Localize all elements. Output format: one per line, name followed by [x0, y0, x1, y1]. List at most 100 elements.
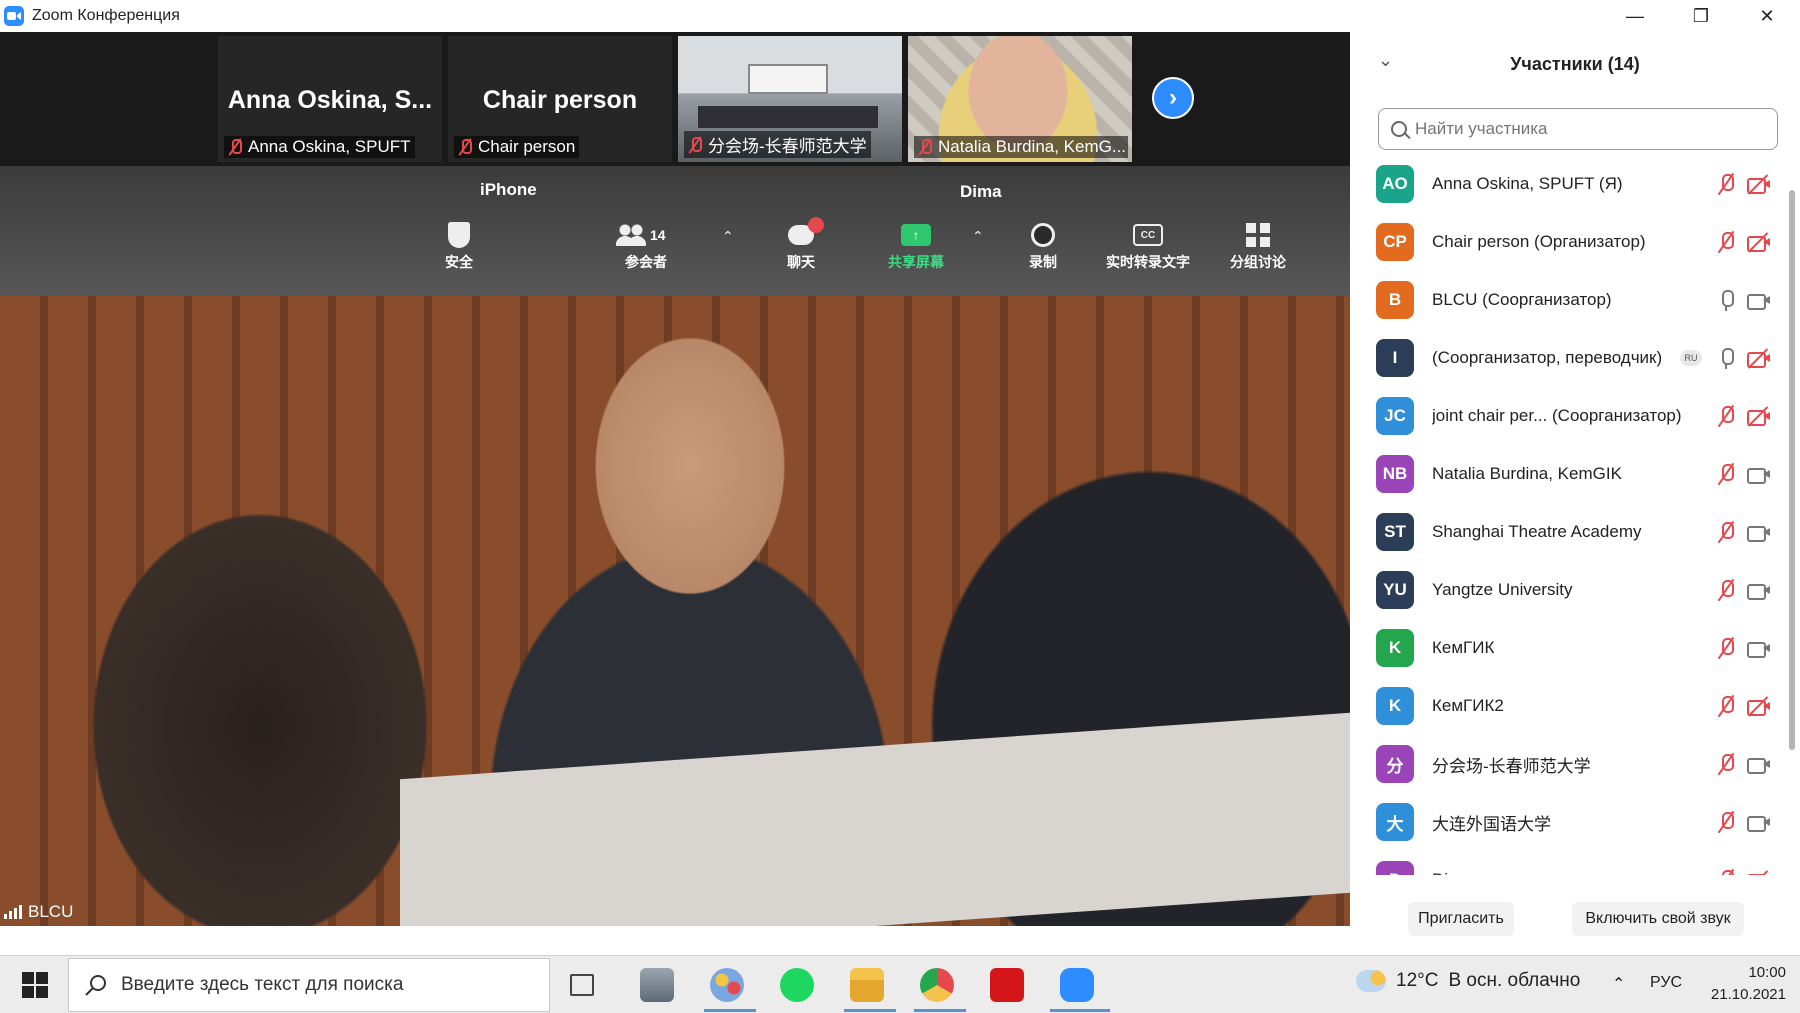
mic-muted-icon[interactable]: [1716, 172, 1736, 196]
weather-temperature: 12°C: [1396, 970, 1439, 991]
mic-muted-icon[interactable]: [1716, 810, 1736, 834]
spotify-icon[interactable]: [780, 968, 814, 1002]
mic-muted-icon[interactable]: [1716, 694, 1736, 718]
room-people: [698, 106, 878, 128]
panel-header: ⌄ Участники (14): [1350, 32, 1800, 96]
participant-name: КемГИК2: [1432, 696, 1504, 715]
participant-row[interactable]: 大大连外国语大学: [1350, 793, 1790, 851]
mic-muted-icon[interactable]: [1716, 868, 1736, 875]
participant-row[interactable]: K КемГИК2: [1350, 677, 1790, 735]
toolbar-share: ↑ 共享屏幕: [888, 222, 944, 272]
video-off-icon[interactable]: [1746, 696, 1772, 717]
paint-app-icon[interactable]: [710, 968, 744, 1002]
video-camera-icon[interactable]: [1746, 290, 1772, 310]
participant-name: Chair person (Организатор): [1432, 232, 1646, 251]
overlay-name-iphone: iPhone: [480, 180, 537, 199]
language-indicator[interactable]: РУС: [1650, 974, 1682, 992]
video-camera-icon[interactable]: [1746, 522, 1772, 542]
video-camera-icon[interactable]: [1746, 754, 1772, 774]
video-tile-conference-room[interactable]: 分会场-长春师范大学: [678, 36, 902, 162]
task-view-icon[interactable]: [570, 974, 594, 996]
search-icon: [1391, 121, 1407, 137]
mic-muted-icon: [458, 138, 472, 156]
mic-muted-icon[interactable]: [1716, 752, 1736, 776]
mic-muted-icon[interactable]: [1716, 404, 1736, 428]
clock-time: 10:00: [1748, 964, 1786, 981]
panel-footer: Пригласить Включить свой звук: [1350, 902, 1800, 952]
cloudy-weather-icon: [1356, 970, 1386, 992]
system-clock[interactable]: 10:00 21.10.2021: [1690, 962, 1786, 1006]
acrobat-icon[interactable]: [990, 968, 1024, 1002]
start-button[interactable]: [18, 968, 52, 1002]
running-indicator: [914, 1009, 966, 1012]
mic-muted-icon[interactable]: [1716, 520, 1736, 544]
mic-muted-icon[interactable]: [1716, 462, 1736, 486]
next-page-button[interactable]: ›: [1152, 77, 1194, 119]
mic-icon[interactable]: [1716, 346, 1736, 370]
video-camera-icon[interactable]: [1746, 580, 1772, 600]
mic-icon[interactable]: [1716, 288, 1736, 312]
collapse-panel-button[interactable]: ⌄: [1378, 50, 1393, 71]
participant-row[interactable]: 分分会场-长春师范大学: [1350, 735, 1790, 793]
mic-muted-icon: [228, 138, 242, 156]
video-area[interactable]: Anna Oskina, S... Anna Oskina, SPUFT Cha…: [0, 32, 1350, 926]
video-tile-anna[interactable]: Anna Oskina, S... Anna Oskina, SPUFT: [218, 36, 442, 162]
restore-button[interactable]: ❐: [1668, 0, 1734, 32]
file-explorer-icon[interactable]: [850, 968, 884, 1002]
participant-name: (Соорганизатор, переводчик): [1432, 348, 1663, 367]
video-off-icon[interactable]: [1746, 406, 1772, 427]
panel-title: Участники (14): [1510, 53, 1640, 74]
chrome-icon[interactable]: [920, 968, 954, 1002]
printer-app-icon[interactable]: [640, 968, 674, 1002]
avatar: YU: [1376, 571, 1414, 609]
participant-row[interactable]: ST Shanghai Theatre Academy: [1350, 503, 1790, 561]
avatar: I: [1376, 339, 1414, 377]
participant-list-scrollbar[interactable]: [1788, 155, 1796, 855]
participant-row[interactable]: D Di...: [1350, 851, 1790, 875]
minimize-button[interactable]: —: [1602, 0, 1668, 32]
tile-label: Chair person: [454, 136, 580, 158]
participant-row[interactable]: NB Natalia Burdina, KemGIK: [1350, 445, 1790, 503]
video-off-icon[interactable]: [1746, 870, 1772, 875]
video-tile-natalia[interactable]: Natalia Burdina, KemG...: [908, 36, 1132, 162]
unmute-button[interactable]: Включить свой звук: [1572, 902, 1744, 936]
video-tile-chair-person[interactable]: Chair person Chair person: [448, 36, 672, 162]
participant-row[interactable]: JC joint chair per... (Соорганизатор): [1350, 387, 1790, 445]
close-button[interactable]: ✕: [1734, 0, 1800, 32]
clock-date: 21.10.2021: [1710, 986, 1786, 1003]
avatar: ST: [1376, 513, 1414, 551]
participant-row[interactable]: B BLCU (Соорганизатор): [1350, 271, 1790, 329]
taskbar-search[interactable]: Введите здесь текст для поиска: [68, 958, 550, 1012]
participant-row[interactable]: I (Соорганизатор, переводчик) RU: [1350, 329, 1790, 387]
conference-table: [400, 712, 1350, 926]
chevron-right-icon: ›: [1169, 84, 1177, 111]
participant-row[interactable]: YU Yangtze University: [1350, 561, 1790, 619]
participant-row[interactable]: K КемГИК: [1350, 619, 1790, 677]
video-off-icon[interactable]: [1746, 174, 1772, 195]
video-camera-icon[interactable]: [1746, 464, 1772, 484]
participant-name: Shanghai Theatre Academy: [1432, 522, 1642, 541]
video-off-icon[interactable]: [1746, 348, 1772, 369]
participant-name: joint chair per... (Соорганизатор): [1432, 406, 1682, 425]
weather-widget[interactable]: 12°C В осн. облачно: [1356, 970, 1580, 992]
chevron-up-icon[interactable]: ⌃: [1612, 974, 1625, 994]
mic-muted-icon[interactable]: [1716, 578, 1736, 602]
participants-icon: [616, 224, 646, 246]
avatar: AO: [1376, 165, 1414, 203]
title-bar: Zoom Конференция — ❐ ✕: [0, 0, 1800, 32]
video-camera-icon[interactable]: [1746, 638, 1772, 658]
participant-row[interactable]: AO Anna Oskina, SPUFT (Я): [1350, 155, 1790, 213]
tile-big-name: Anna Oskina, S...: [227, 86, 433, 114]
participant-search-input[interactable]: [1415, 119, 1755, 139]
mic-muted-icon[interactable]: [1716, 230, 1736, 254]
mic-muted-icon[interactable]: [1716, 636, 1736, 660]
participant-search[interactable]: [1378, 108, 1778, 150]
mic-muted-icon: [688, 136, 702, 154]
zoom-taskbar-icon[interactable]: [1060, 968, 1094, 1002]
video-off-icon[interactable]: [1746, 232, 1772, 253]
participant-name: 大连外国语大学: [1432, 814, 1551, 834]
participant-row[interactable]: CP Chair person (Организатор): [1350, 213, 1790, 271]
invite-button[interactable]: Пригласить: [1408, 902, 1514, 936]
video-camera-icon[interactable]: [1746, 812, 1772, 832]
running-indicator: [704, 1009, 756, 1012]
